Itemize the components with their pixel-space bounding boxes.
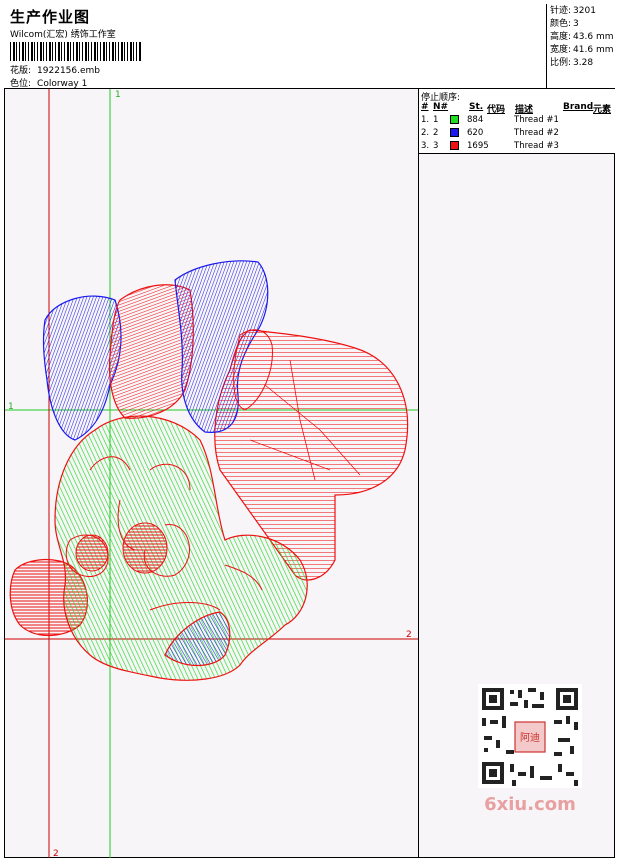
colorway-value: Colorway 1 (37, 79, 88, 89)
guide-label-v2: 2 (53, 849, 59, 858)
col-brand: Brand (563, 102, 594, 112)
design-file-row: 花版: 1922156.emb (10, 63, 100, 76)
stat-width: 宽度: 41.6 mm (550, 45, 614, 55)
col-element: 元素 (593, 105, 612, 115)
design-file-value: 1922156.emb (37, 66, 101, 76)
sheet-header: 生产作业图 Wilcom(汇宏) 绣饰工作室 花版: 1922156.emb 色位… (4, 4, 615, 89)
embroidery-preview: 1 1 2 2 (5, 89, 418, 858)
design-stats: 针迹: 3201 颜色: 3 高度: 43.6 mm 宽度: 41.6 mm 比例: 3.… (546, 4, 615, 88)
stop-sequence-panel: 停止顺序: # N# St. 代码 描述 Brand 元素 1. 1 884 T… (419, 89, 615, 154)
right-eye (122, 522, 168, 574)
col-needle: N# (433, 102, 449, 112)
design-label: 花版: (10, 66, 32, 76)
sheet-title: 生产作业图 (10, 8, 91, 26)
col-description: 描述 (515, 105, 534, 115)
stat-scale: 比例: 3.28 (550, 58, 594, 68)
watermark: 阿迪 6xiu.com (470, 680, 590, 820)
col-index: # (421, 102, 429, 112)
guide-label-v1: 1 (115, 90, 121, 100)
colorway-label: 色位: (10, 79, 32, 89)
col-code: 代码 (487, 105, 506, 115)
site-watermark-text: 6xiu.com (484, 794, 576, 815)
colorway-row: 色位: Colorway 1 (10, 76, 87, 89)
qr-code: 阿迪 6xiu.com (478, 684, 582, 815)
stat-stitches: 针迹: 3201 (550, 6, 596, 16)
left-eye (75, 534, 109, 572)
thread-swatch (450, 141, 459, 150)
thread-swatch (450, 128, 459, 137)
stat-colors: 颜色: 3 (550, 19, 579, 29)
stamp-text: 阿迪 (520, 732, 540, 744)
guide-label-h2: 2 (406, 630, 412, 640)
thread-row: 2. 2 620 Thread #2 (421, 128, 559, 138)
panel-divider (418, 89, 419, 858)
thread-swatch (450, 115, 459, 124)
stat-height: 高度: 43.6 mm (550, 32, 614, 42)
barcode (10, 42, 142, 61)
thread-row: 3. 3 1695 Thread #3 (421, 141, 559, 151)
thread-row: 1. 1 884 Thread #1 (421, 115, 559, 125)
col-st: St. (469, 102, 484, 112)
company-name: Wilcom(汇宏) 绣饰工作室 (10, 30, 116, 40)
guide-label-h1: 1 (8, 402, 14, 412)
